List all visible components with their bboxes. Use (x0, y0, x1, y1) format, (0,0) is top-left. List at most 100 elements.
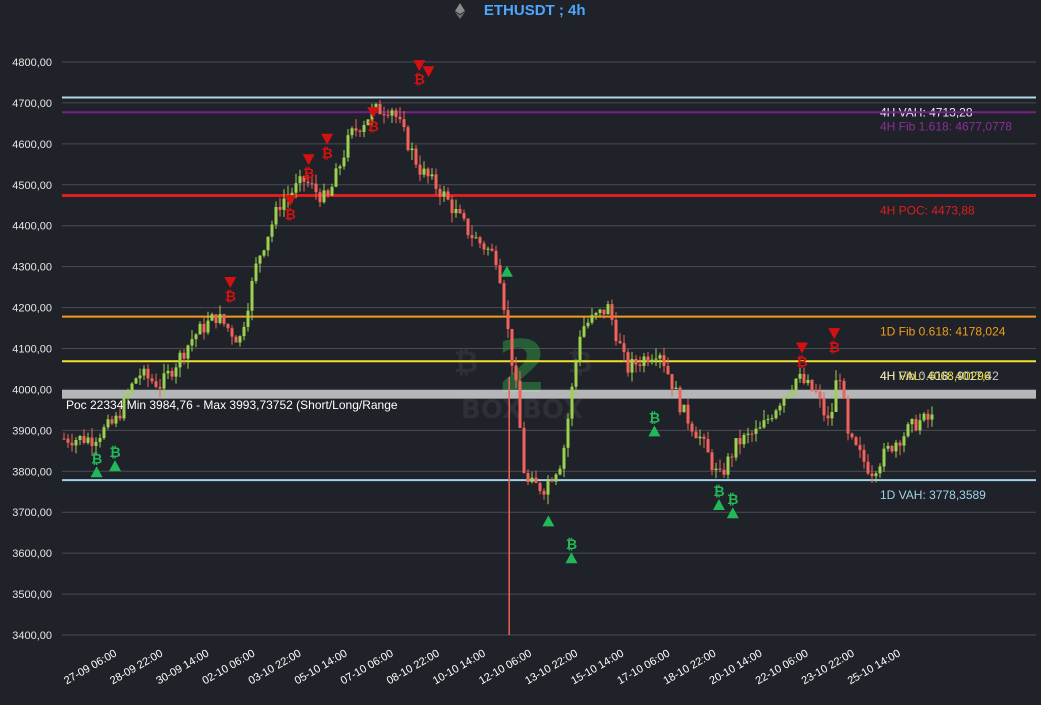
candle-body (154, 381, 158, 387)
level-label: 1D VAH: 3778,3589 (880, 488, 986, 502)
candle-body (886, 445, 890, 449)
candle-body (238, 336, 242, 343)
level-layer: 4H VAH: 4713,284H Fib 1.618: 4677,07784H… (62, 96, 1036, 502)
candle-body (478, 237, 482, 244)
candle-body (594, 312, 598, 316)
y-tick-label: 3800,00 (12, 466, 52, 478)
candle-body (798, 373, 802, 379)
y-tick-label: 4200,00 (12, 303, 52, 315)
candle-body (258, 255, 262, 264)
candle-body (778, 405, 782, 411)
candle-body (242, 326, 246, 337)
candle-body (254, 263, 258, 282)
candle-body (794, 378, 798, 391)
buy-signal-label: ₿ (91, 450, 102, 466)
candle-body (790, 390, 794, 395)
candle-body (690, 423, 694, 432)
level-label: 4H Fib 1.618: 4677,0778 (880, 119, 1012, 133)
candle-body (390, 110, 394, 116)
signals-layer: ₿ ₿₿₿₿₿₿₿₿₿₿₿₿₿ (90, 60, 841, 564)
candle-body (662, 355, 666, 366)
y-tick-label: 4400,00 (12, 221, 52, 233)
buy-signal-triangle (109, 460, 122, 472)
candle-body (506, 310, 510, 329)
candle-body (626, 352, 630, 373)
price-chart[interactable]: 3400,00 3500,00 3600,00 3700,00 3800,00 3900,… (0, 0, 1041, 705)
candle-body (86, 437, 90, 443)
candle-body (606, 304, 610, 315)
candle-body (590, 315, 594, 323)
candle-body (502, 283, 506, 311)
candle-body (678, 387, 682, 413)
sell-signal-label: ₿ (796, 354, 807, 370)
candle-body (802, 373, 806, 384)
candle-body (746, 433, 750, 435)
sell-signal-triangle (302, 154, 315, 166)
candle-body (474, 237, 478, 239)
candle-body (438, 188, 442, 197)
buy-signal-triangle (542, 515, 555, 527)
candle-body (622, 343, 626, 353)
buy-signal-label: ₿ (109, 444, 120, 460)
level-label: 4H POC: 4473,88 (880, 203, 975, 217)
candle-body (562, 447, 566, 469)
candle-body (930, 414, 934, 420)
candle-body (726, 456, 730, 475)
candle-body (166, 370, 170, 374)
sell-signal-label: ₿ (367, 118, 378, 134)
candle-body (486, 248, 490, 250)
candle-body (586, 322, 590, 327)
candle-body (466, 218, 470, 236)
candle-body (522, 427, 526, 473)
candle-body (734, 438, 738, 458)
candle-body (870, 473, 874, 477)
candle-body (514, 365, 518, 381)
y-tick-label: 4700,00 (12, 98, 52, 110)
candle-body (610, 304, 614, 320)
candle-body (834, 380, 838, 412)
candle-body (722, 469, 726, 475)
candle-body (926, 413, 930, 420)
candle-body (222, 314, 226, 324)
candle-body (318, 192, 322, 203)
candle-body (218, 314, 222, 324)
candle-body (314, 183, 318, 193)
candle-body (98, 437, 102, 442)
watermark-left-symbol: ₿ (454, 345, 478, 380)
candle-body (842, 380, 846, 399)
candle-body (138, 375, 142, 379)
candle-body (914, 419, 918, 431)
candle-body (182, 352, 186, 359)
candle-body (490, 248, 494, 251)
buy-signal-label: ₿ (713, 483, 724, 499)
candle-body (82, 435, 86, 443)
candle-body (686, 404, 690, 424)
candle-body (854, 437, 858, 445)
candle-body (334, 168, 338, 187)
candle-body (158, 386, 162, 389)
candle-body (826, 415, 830, 419)
candle-body (762, 420, 766, 428)
candle-body (642, 356, 646, 366)
watermark-text: BOXBOX (461, 395, 583, 425)
sell-signal-triangle (413, 60, 426, 72)
candle-body (306, 181, 310, 184)
candle-body (118, 415, 122, 419)
candle-body (674, 387, 678, 390)
sell-signal-label: ₿ (414, 71, 425, 87)
y-tick-label: 4100,00 (12, 344, 52, 356)
candle-body (406, 127, 410, 151)
candle-body (202, 323, 206, 333)
candle-body (614, 319, 618, 342)
candle-body (738, 438, 742, 445)
candle-body (918, 420, 922, 431)
candle-body (418, 164, 422, 175)
candle-body (170, 370, 174, 377)
candle-body (394, 110, 398, 117)
candle-body (274, 206, 278, 225)
candle-body (906, 424, 910, 437)
candle-body (890, 445, 894, 452)
candle-body (518, 380, 522, 428)
candle-body (550, 480, 554, 482)
y-tick-label: 4600,00 (12, 139, 52, 151)
